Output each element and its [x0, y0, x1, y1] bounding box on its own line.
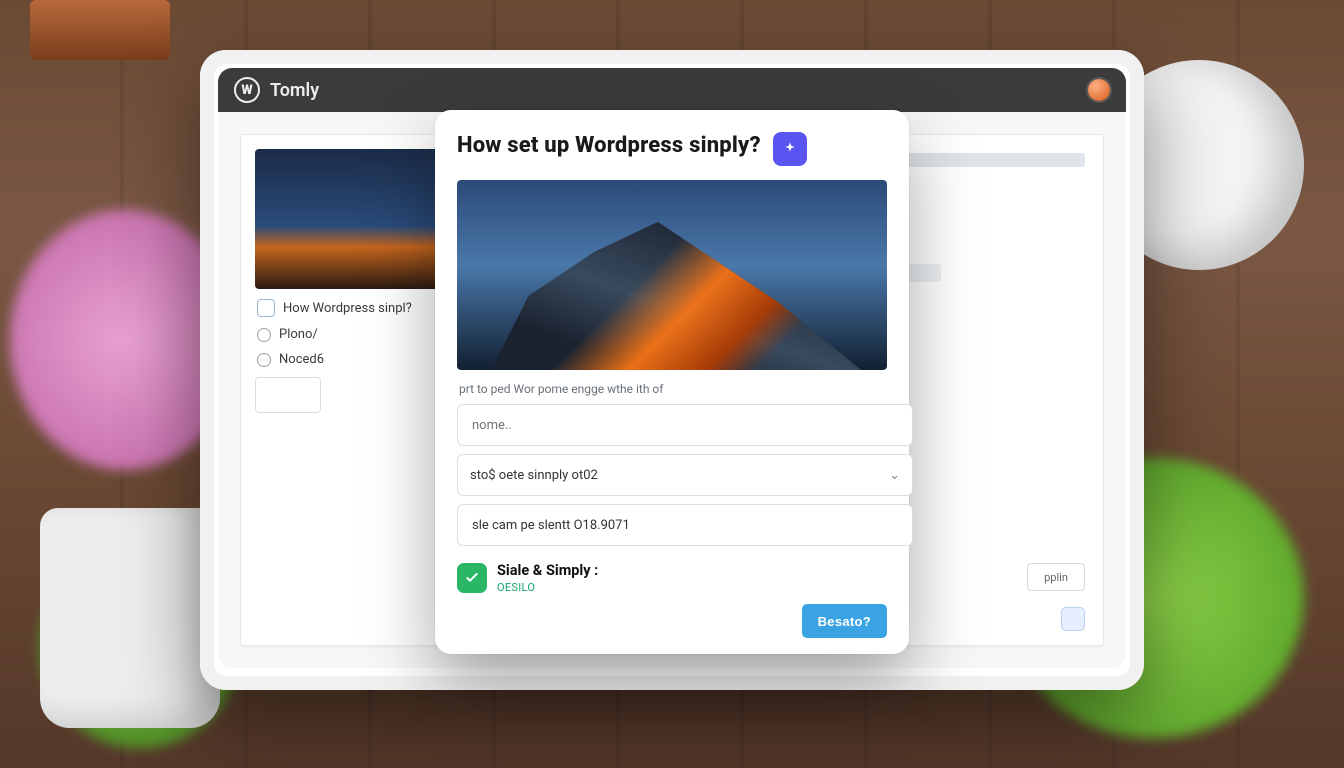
option-b-label: Noced6	[279, 352, 324, 367]
wordpress-logo-icon: W	[234, 77, 260, 103]
name-field[interactable]	[457, 404, 913, 446]
decor-mug-left	[40, 508, 220, 728]
ai-sparkle-button[interactable]	[773, 132, 807, 166]
notification-badge[interactable]	[1088, 79, 1110, 101]
code-field[interactable]	[457, 504, 913, 546]
modal-hero-image	[457, 180, 887, 370]
app-title: Tomly	[270, 80, 319, 101]
select-value: sto$ oete sinnply ot02	[470, 468, 598, 483]
result-title: Siale & Simply :	[497, 562, 598, 579]
name-input[interactable]	[470, 417, 900, 434]
result-row: Siale & Simply : OESILO	[457, 562, 887, 594]
apply-button[interactable]: pplin	[1027, 563, 1085, 591]
checkbox-icon[interactable]	[257, 299, 275, 317]
pager-icon[interactable]	[1061, 607, 1085, 631]
check-icon	[457, 563, 487, 593]
modal-hint: prt to ped Wor pome engge wthe ith of	[459, 382, 885, 396]
radio-icon[interactable]	[257, 328, 271, 342]
mountain-illustration	[491, 222, 861, 370]
code-input[interactable]	[470, 517, 900, 534]
primary-action-button[interactable]: Besato?	[802, 604, 887, 638]
template-select[interactable]: sto$ oete sinnply ot02 ⌄	[457, 454, 913, 496]
option-a-label: Plono/	[279, 327, 318, 342]
checkmark-icon	[464, 570, 480, 586]
app-titlebar: W Tomly	[218, 68, 1126, 112]
chevron-down-icon: ⌄	[889, 468, 900, 483]
result-subtitle: OESILO	[497, 581, 598, 594]
quantity-stepper[interactable]	[255, 377, 321, 413]
option-main-label: How Wordpress sinpl?	[283, 301, 412, 316]
setup-modal: How set up Wordpress sinply? prt to ped …	[435, 110, 909, 654]
modal-title: How set up Wordpress sinply?	[457, 132, 761, 160]
sparkle-icon	[782, 141, 798, 157]
decor-copper	[30, 0, 170, 60]
desktop-background: W Tomly How Wordpress sinpl? Plono/	[0, 0, 1344, 768]
radio-icon[interactable]	[257, 353, 271, 367]
